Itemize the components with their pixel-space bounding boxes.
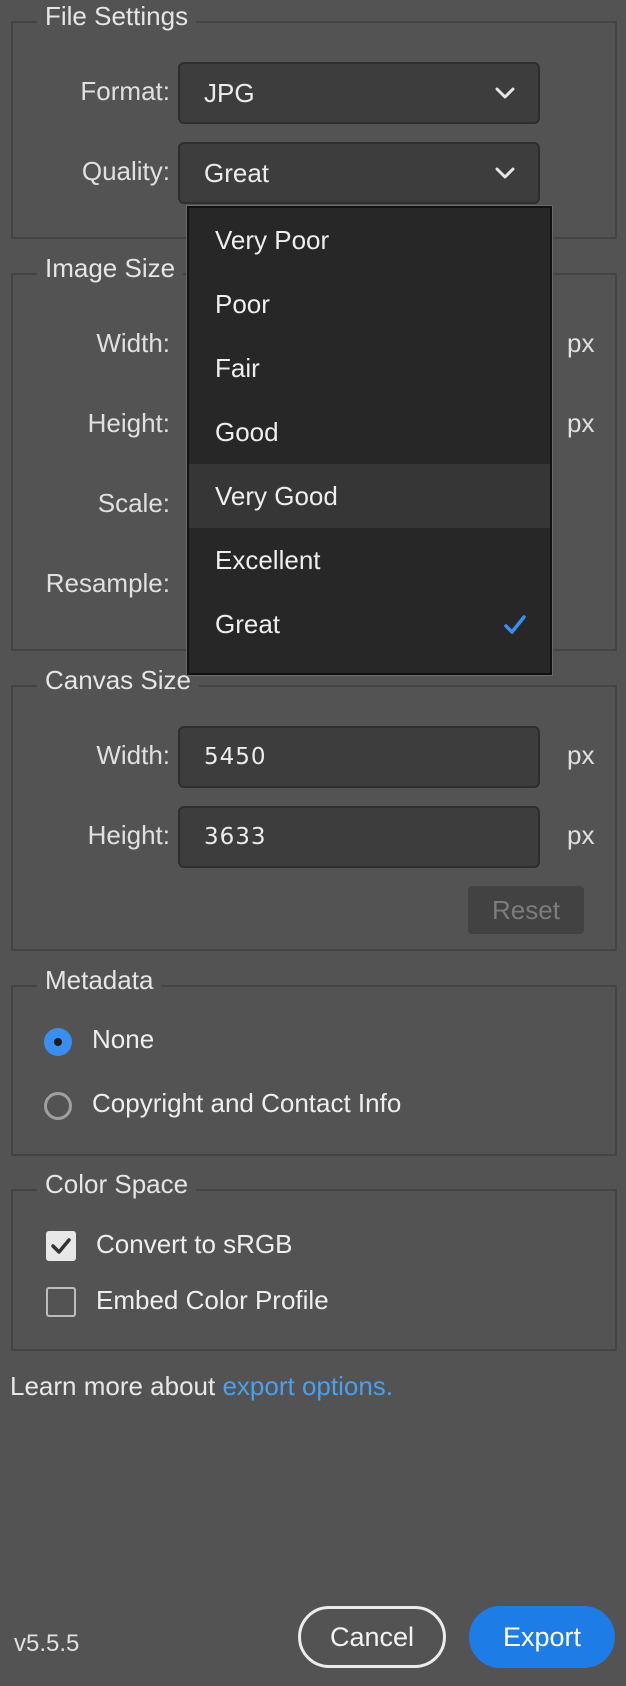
quality-option-label: Very Good	[215, 481, 338, 511]
format-value: JPG	[204, 78, 255, 108]
quality-option-label: Very Poor	[215, 225, 330, 255]
checkmark-icon	[51, 1238, 71, 1254]
format-label: Format:	[80, 76, 170, 106]
version-label: v5.5.5	[14, 1630, 80, 1657]
quality-option-very-good[interactable]: Very Good	[189, 464, 550, 528]
metadata-none-label[interactable]: None	[92, 1024, 154, 1054]
embed-profile-checkbox[interactable]	[46, 1287, 76, 1317]
quality-option-label: Fair	[215, 353, 260, 383]
checkmark-icon	[504, 615, 526, 634]
canvas-width-input[interactable]: 5450	[178, 726, 540, 788]
quality-option-fair[interactable]: Fair	[189, 336, 550, 400]
convert-srgb-checkbox[interactable]	[46, 1231, 76, 1261]
chevron-down-icon	[495, 167, 515, 179]
quality-dropdown-menu: Very Poor Poor Fair Good Very Good Excel…	[187, 206, 552, 675]
canvas-height-input[interactable]: 3633	[178, 806, 540, 868]
quality-option-poor[interactable]: Poor	[189, 272, 550, 336]
quality-option-label: Good	[215, 417, 279, 447]
export-options-link[interactable]: export options.	[222, 1371, 393, 1401]
embed-profile-label[interactable]: Embed Color Profile	[96, 1285, 329, 1315]
quality-option-label: Poor	[215, 289, 270, 319]
canvas-width-unit: px	[567, 740, 595, 770]
image-width-unit: px	[567, 328, 595, 358]
learn-more-text: Learn more about export options.	[10, 1371, 393, 1401]
canvas-size-legend: Canvas Size	[37, 665, 199, 695]
chevron-down-icon	[495, 87, 515, 99]
metadata-legend: Metadata	[37, 965, 162, 995]
quality-option-label: Great	[215, 609, 281, 639]
canvas-width-value: 5450	[204, 744, 267, 770]
quality-option-excellent[interactable]: Excellent	[189, 528, 550, 592]
image-size-legend: Image Size	[37, 253, 184, 283]
export-button[interactable]: Export	[469, 1606, 615, 1668]
scale-label: Scale:	[97, 488, 170, 518]
image-height-label: Height:	[87, 408, 170, 438]
image-width-label: Width:	[96, 328, 170, 358]
canvas-height-unit: px	[567, 820, 595, 850]
quality-option-label: Excellent	[215, 545, 321, 575]
cancel-button[interactable]: Cancel	[298, 1606, 446, 1668]
image-height-unit: px	[567, 408, 595, 438]
color-space-panel: Color Space	[11, 1169, 617, 1351]
format-select[interactable]: JPG	[178, 62, 540, 124]
metadata-copyright-radio[interactable]	[44, 1092, 72, 1120]
metadata-panel: Metadata	[11, 965, 617, 1156]
quality-option-good[interactable]: Good	[189, 400, 550, 464]
metadata-none-radio[interactable]	[44, 1028, 72, 1056]
reset-button[interactable]: Reset	[468, 886, 584, 934]
file-settings-legend: File Settings	[37, 1, 197, 31]
quality-option-great[interactable]: Great	[189, 592, 550, 656]
metadata-copyright-label[interactable]: Copyright and Contact Info	[92, 1088, 401, 1118]
quality-label: Quality:	[81, 156, 170, 186]
canvas-height-label: Height:	[87, 820, 170, 850]
convert-srgb-label[interactable]: Convert to sRGB	[96, 1229, 293, 1259]
learn-more-prefix: Learn more about	[10, 1371, 223, 1401]
color-space-legend: Color Space	[37, 1169, 197, 1199]
quality-value: Great	[204, 158, 270, 188]
canvas-width-label: Width:	[96, 740, 170, 770]
quality-option-very-poor[interactable]: Very Poor	[189, 208, 550, 272]
quality-select[interactable]: Great	[178, 142, 540, 204]
canvas-height-value: 3633	[204, 824, 267, 850]
resample-label: Resample:	[45, 568, 170, 598]
